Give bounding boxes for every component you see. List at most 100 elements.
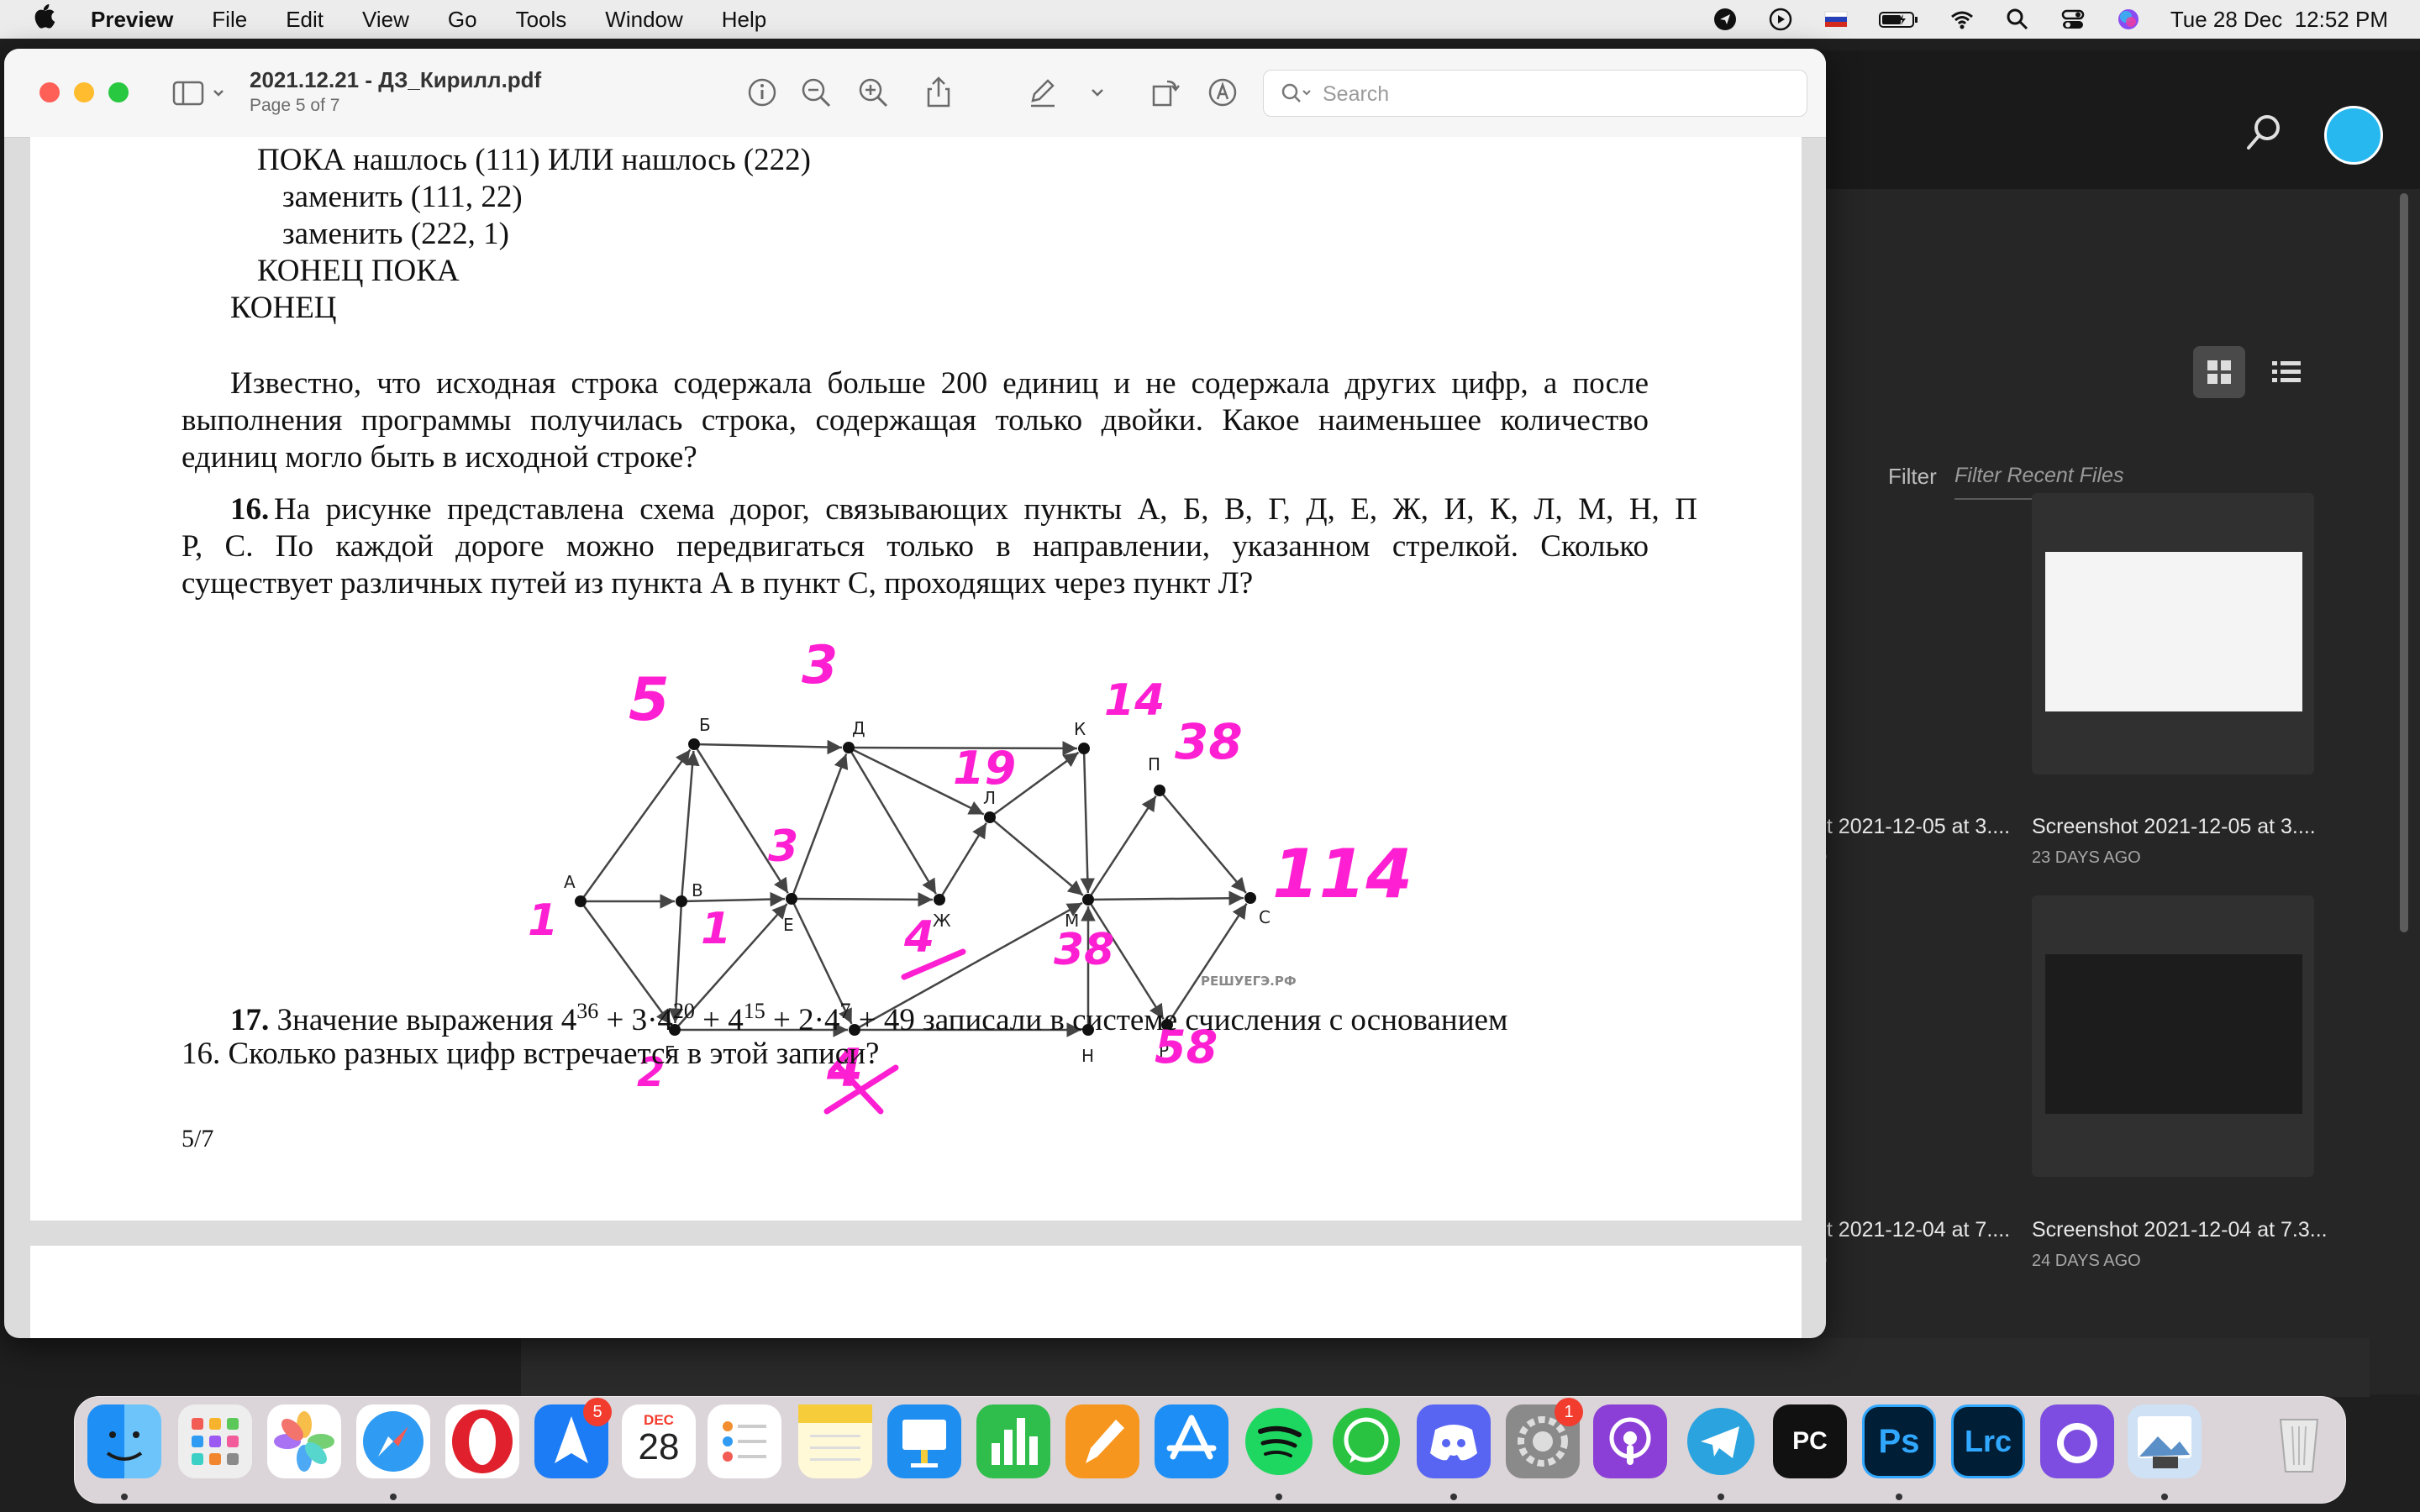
wifi-icon[interactable] — [1949, 7, 1975, 32]
pycharm-label: PC — [1792, 1427, 1828, 1455]
task17-number: 17. — [230, 1003, 270, 1037]
calendar-icon[interactable]: DEC 28 — [622, 1404, 696, 1478]
scrollbar[interactable] — [2400, 193, 2408, 932]
menu-bar: Preview File Edit View Go Tools Window H… — [0, 0, 2420, 39]
search-field[interactable] — [1263, 70, 1807, 117]
exponent: 15 — [743, 999, 765, 1023]
graph-node — [676, 895, 687, 907]
trash-icon[interactable] — [2262, 1404, 2336, 1478]
handwritten-count: 1 — [701, 904, 731, 954]
road-arrow — [1086, 795, 1157, 900]
spotify-icon[interactable] — [1242, 1404, 1316, 1478]
file-caption: Screenshot 2021-12-05 at 3.... — [2032, 815, 2316, 838]
menu-window[interactable]: Window — [605, 7, 682, 33]
play-icon[interactable] — [1767, 7, 1794, 32]
keynote-icon[interactable] — [887, 1404, 961, 1478]
graph-node-label: К — [1074, 719, 1086, 739]
menu-tools[interactable]: Tools — [516, 7, 567, 33]
preview-icon[interactable] — [2128, 1404, 2202, 1478]
pdf-next-page — [30, 1246, 1802, 1338]
github-desktop-icon[interactable] — [2040, 1404, 2114, 1478]
battery-icon[interactable] — [1878, 7, 1920, 32]
podcasts-icon[interactable] — [1593, 1404, 1667, 1478]
list-view-icon[interactable] — [2260, 346, 2312, 398]
file-thumbnail — [2045, 954, 2302, 1114]
running-indicator — [1450, 1494, 1457, 1500]
discord-icon[interactable] — [1417, 1404, 1491, 1478]
numbers-icon[interactable] — [976, 1404, 1050, 1478]
sidebar-toggle-icon[interactable] — [171, 74, 229, 111]
spotlight-icon[interactable] — [2004, 7, 2031, 32]
menu-app-name[interactable]: Preview — [91, 7, 173, 33]
task17-part: + 3·4 — [598, 1003, 673, 1037]
launchpad-icon[interactable] — [178, 1404, 252, 1478]
minimize-button[interactable] — [74, 82, 94, 102]
running-indicator — [390, 1494, 397, 1500]
road-arrow — [790, 753, 849, 900]
graph-node — [1154, 785, 1165, 796]
recent-file-card[interactable] — [2032, 895, 2314, 1177]
pycharm-icon[interactable]: PC — [1773, 1404, 1847, 1478]
lightroom-icon[interactable]: Lrc — [1951, 1404, 2025, 1478]
graph-node-label: Б — [699, 715, 711, 735]
telegram-icon[interactable] — [1684, 1404, 1758, 1478]
task17-part: Значение выражения 4 — [276, 1003, 577, 1037]
siri-icon[interactable] — [2115, 7, 2142, 32]
file-caption: ot 2021-12-05 at 3.... — [1815, 815, 2011, 838]
preview-toolbar: 2021.12.21 - ДЗ_Кирилл.pdf Page 5 of 7 — [4, 49, 1826, 138]
search-icon[interactable] — [2244, 111, 2286, 153]
graph-node — [575, 895, 587, 907]
menu-help[interactable]: Help — [722, 7, 766, 33]
graph-node — [1078, 743, 1090, 754]
calendar-day: 28 — [638, 1426, 680, 1467]
grid-view-icon[interactable] — [2193, 346, 2245, 398]
safari-icon[interactable] — [356, 1404, 430, 1478]
exponent: 20 — [672, 999, 695, 1023]
info-icon[interactable] — [744, 74, 781, 111]
rotate-icon[interactable] — [1147, 74, 1184, 111]
share-icon[interactable] — [920, 74, 957, 111]
search-input[interactable] — [1323, 81, 1793, 108]
status-area: Tue 28 Dec 12:52 PM — [1712, 0, 2388, 39]
file-caption: ot 2021-12-04 at 7.... — [1815, 1218, 2011, 1242]
handwritten-count: 38 — [1054, 925, 1114, 975]
menu-file[interactable]: File — [212, 7, 247, 33]
apple-menu-icon[interactable] — [32, 3, 62, 36]
handwritten-count: 1 — [528, 895, 558, 946]
menu-edit[interactable]: Edit — [286, 7, 324, 33]
chevron-down-icon[interactable] — [1085, 74, 1110, 111]
menu-go[interactable]: Go — [448, 7, 477, 33]
zoom-in-icon[interactable] — [855, 74, 892, 111]
recent-file-card[interactable] — [2032, 493, 2314, 774]
handwritten-count: 114 — [1272, 835, 1413, 913]
markup-pen-icon[interactable] — [1024, 74, 1061, 111]
user-avatar[interactable] — [2324, 106, 2383, 165]
watermark: РЕШУЕГЭ.РФ — [1201, 974, 1297, 989]
graph-node — [1244, 892, 1256, 904]
handwritten-count: 3 — [802, 634, 838, 696]
close-button[interactable] — [39, 82, 60, 102]
control-center-icon[interactable] — [2060, 7, 2086, 32]
graph-node — [984, 811, 996, 823]
annotate-icon[interactable] — [1204, 74, 1241, 111]
handwritten-count: 38 — [1175, 713, 1243, 770]
exponent: 36 — [576, 999, 599, 1023]
finder-icon[interactable] — [87, 1404, 161, 1478]
testflight-icon[interactable]: 5 — [534, 1398, 612, 1478]
flag-ru-icon[interactable] — [1823, 7, 1849, 32]
system-preferences-icon[interactable]: 1 — [1506, 1398, 1583, 1478]
notes-icon[interactable] — [798, 1404, 872, 1478]
pages-icon[interactable] — [1065, 1404, 1139, 1478]
photos-icon[interactable] — [267, 1404, 341, 1478]
handwritten-count: 19 — [953, 742, 1016, 795]
zoom-button[interactable] — [108, 82, 129, 102]
menubar-clock[interactable]: Tue 28 Dec 12:52 PM — [2170, 7, 2388, 33]
whatsapp-icon[interactable] — [1329, 1404, 1403, 1478]
location-icon[interactable] — [1712, 7, 1739, 32]
reminders-icon[interactable] — [708, 1404, 781, 1478]
photoshop-icon[interactable]: Ps — [1862, 1404, 1936, 1478]
app-store-icon[interactable] — [1155, 1404, 1228, 1478]
zoom-out-icon[interactable] — [797, 74, 834, 111]
menu-view[interactable]: View — [362, 7, 409, 33]
opera-icon[interactable] — [445, 1404, 519, 1478]
